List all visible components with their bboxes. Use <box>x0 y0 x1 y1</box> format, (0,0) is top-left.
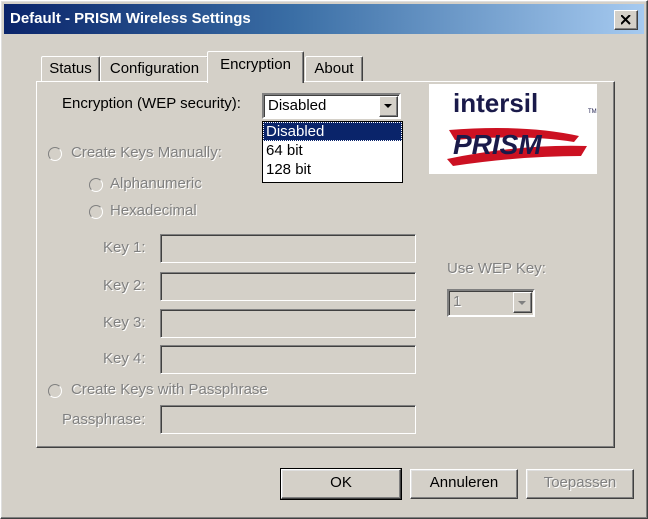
tab-about[interactable]: About <box>305 56 363 83</box>
encryption-label: Encryption (WEP security): <box>62 95 241 112</box>
cancel-button[interactable]: Annuleren <box>410 469 518 499</box>
hexadecimal-label: Hexadecimal <box>110 202 197 219</box>
logo-brand-top: intersil <box>453 88 538 118</box>
hexadecimal-radio[interactable] <box>89 205 103 219</box>
key-3-label: Key 3: <box>103 314 146 331</box>
chevron-down-icon[interactable] <box>513 292 532 313</box>
alphanumeric-radio[interactable] <box>89 178 103 192</box>
key-3-field[interactable] <box>160 309 416 338</box>
use-wep-key-value: 1 <box>453 293 462 310</box>
close-icon <box>621 15 631 25</box>
settings-dialog: Default - PRISM Wireless Settings Status… <box>0 0 648 519</box>
close-button[interactable] <box>614 10 638 30</box>
create-keys-passphrase-radio[interactable] <box>48 384 62 398</box>
encryption-select-value: Disabled <box>268 97 327 114</box>
use-wep-key-label: Use WEP Key: <box>447 260 546 277</box>
passphrase-label: Passphrase: <box>62 411 146 428</box>
use-wep-key-select[interactable]: 1 <box>447 289 535 317</box>
key-1-label: Key 1: <box>103 239 146 256</box>
svg-text:TM: TM <box>588 109 597 115</box>
logo-brand-bottom: PRISM <box>453 129 542 160</box>
ok-button[interactable]: OK <box>280 468 402 500</box>
logo-graphic: intersil TM PRISM <box>447 88 597 166</box>
title-bar[interactable]: Default - PRISM Wireless Settings <box>4 4 644 34</box>
create-keys-passphrase-label: Create Keys with Passphrase <box>71 381 268 398</box>
apply-button[interactable]: Toepassen <box>526 469 634 499</box>
tab-encryption[interactable]: Encryption <box>207 51 304 83</box>
key-4-label: Key 4: <box>103 350 146 367</box>
key-2-label: Key 2: <box>103 277 146 294</box>
tab-status[interactable]: Status <box>41 56 100 83</box>
window-title: Default - PRISM Wireless Settings <box>10 10 251 27</box>
create-keys-manually-label: Create Keys Manually: <box>71 144 222 161</box>
tab-configuration[interactable]: Configuration <box>100 56 209 83</box>
encryption-select[interactable]: Disabled <box>262 93 401 119</box>
key-4-field[interactable] <box>160 345 416 374</box>
key-2-field[interactable] <box>160 272 416 301</box>
alphanumeric-label: Alphanumeric <box>110 175 202 192</box>
intersil-prism-logo: intersil TM PRISM <box>429 84 597 174</box>
passphrase-field[interactable] <box>160 405 416 434</box>
key-1-field[interactable] <box>160 234 416 263</box>
encryption-dropdown-list[interactable]: Disabled 64 bit 128 bit <box>262 121 403 183</box>
chevron-down-icon[interactable] <box>379 96 398 117</box>
create-keys-manually-radio[interactable] <box>48 147 62 161</box>
option-disabled[interactable]: Disabled <box>263 122 402 141</box>
option-64-bit[interactable]: 64 bit <box>263 141 402 160</box>
option-128-bit[interactable]: 128 bit <box>263 160 402 179</box>
